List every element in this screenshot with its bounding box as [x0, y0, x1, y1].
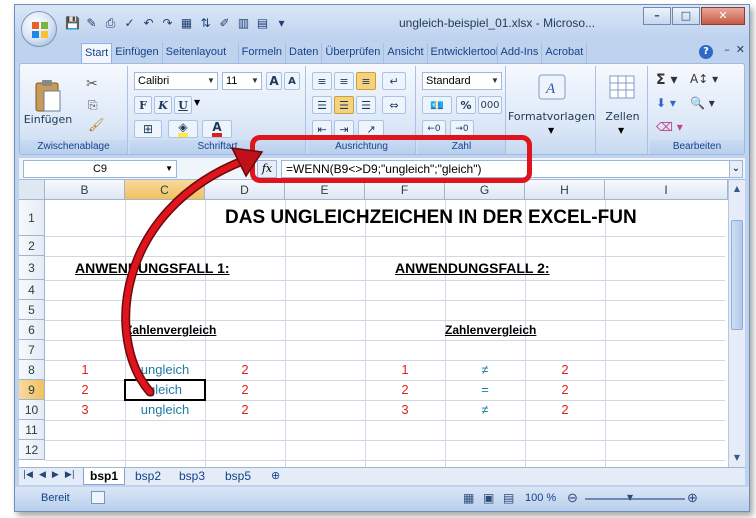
- curved-arrow-annotation: [121, 147, 264, 397]
